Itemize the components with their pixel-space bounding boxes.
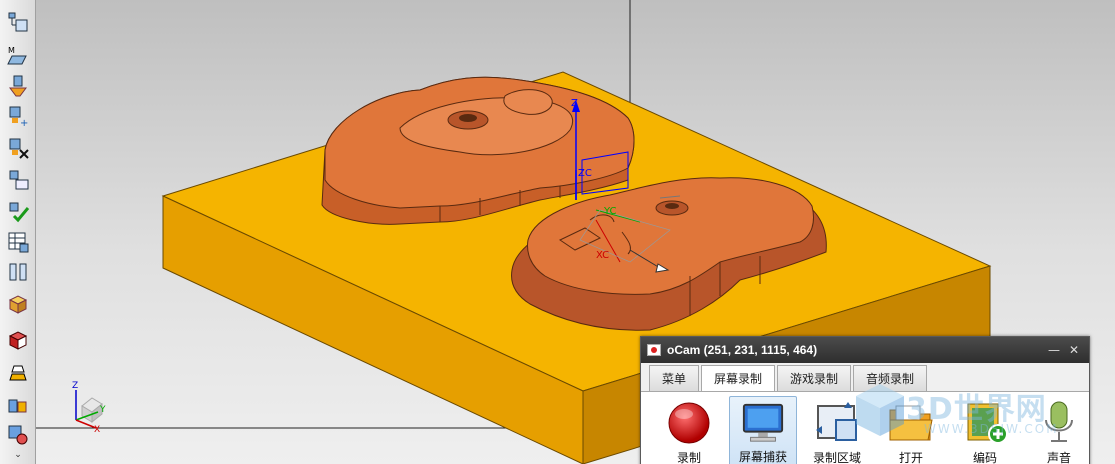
machine-tool-icon[interactable]: M <box>4 42 32 70</box>
sound-button[interactable]: 声音 <box>1025 396 1093 464</box>
triad-z-label: Z <box>72 381 78 391</box>
mcs-zc-label: ZC <box>578 168 592 179</box>
ocam-title: oCam (251, 231, 1115, 464) <box>667 343 818 357</box>
record-area-icon <box>816 402 857 441</box>
mcs-xc-label: XC <box>596 250 609 261</box>
tool-settings-icon[interactable] <box>4 420 32 448</box>
screen-capture-icon <box>742 403 784 442</box>
record-area-button[interactable]: 录制区域 <box>803 396 871 464</box>
triad-x-label: X <box>94 425 100 435</box>
open-button[interactable]: 打开 <box>877 396 945 464</box>
part-view-icon[interactable] <box>4 326 32 354</box>
toolbar-more-chevron-icon[interactable]: ⌄ <box>8 448 28 462</box>
svg-text:M: M <box>8 46 15 55</box>
record-button[interactable]: 录制 <box>655 396 723 464</box>
microphone-icon <box>1045 401 1073 442</box>
layer-icon[interactable] <box>4 358 32 386</box>
ocam-toolbar: 录制 屏幕捕获 录制区域 打开 编码 声音 <box>641 391 1089 464</box>
verify-toolpath-icon[interactable] <box>4 198 32 226</box>
left-toolbar: M + ⌄ <box>0 0 36 464</box>
tab-screen-record[interactable]: 屏幕录制 <box>701 365 776 392</box>
operation-navigator-icon[interactable] <box>4 8 32 36</box>
delete-toolpath-icon[interactable] <box>4 134 32 162</box>
record-area-label: 录制区域 <box>812 451 861 464</box>
tab-menu[interactable]: 菜单 <box>649 365 700 391</box>
sound-label: 声音 <box>1046 451 1071 464</box>
screen-capture-button[interactable]: 屏幕捕获 <box>729 396 797 464</box>
open-label: 打开 <box>898 451 923 464</box>
view-triad-icon <box>75 390 103 429</box>
ocam-app-icon <box>647 344 661 356</box>
codec-label: 编码 <box>972 451 997 464</box>
tab-audio-record[interactable]: 音频录制 <box>853 365 928 391</box>
screen-capture-label: 屏幕捕获 <box>738 450 787 464</box>
parallel-view-icon[interactable] <box>4 258 32 286</box>
ocam-window: oCam (251, 231, 1115, 464) — ✕ 菜单 屏幕录制 游… <box>640 336 1090 464</box>
ocam-tabs: 菜单 屏幕录制 游戏录制 音频录制 <box>649 365 929 392</box>
blocks-icon[interactable] <box>4 390 32 418</box>
codec-icon <box>967 403 1008 444</box>
tab-game-record[interactable]: 游戏录制 <box>777 365 852 391</box>
shop-documentation-icon[interactable] <box>4 228 32 256</box>
insert-operation-icon[interactable]: + <box>4 102 32 130</box>
svg-text:+: + <box>20 118 28 128</box>
record-label: 录制 <box>676 451 701 464</box>
generate-toolpath-icon[interactable] <box>4 72 32 100</box>
list-toolpath-icon[interactable] <box>4 166 32 194</box>
open-folder-icon <box>889 405 933 441</box>
ocam-titlebar[interactable]: oCam (251, 231, 1115, 464) — ✕ <box>641 337 1089 363</box>
minimize-icon[interactable]: — <box>1045 341 1063 359</box>
feature-box-icon[interactable] <box>4 290 32 318</box>
close-icon[interactable]: ✕ <box>1065 341 1083 359</box>
record-icon <box>668 402 710 444</box>
triad-y-label: Y <box>99 405 106 415</box>
mcs-z-label: Z <box>571 98 578 109</box>
mcs-yc-label: YC <box>603 206 617 217</box>
codec-button[interactable]: 编码 <box>951 396 1019 464</box>
